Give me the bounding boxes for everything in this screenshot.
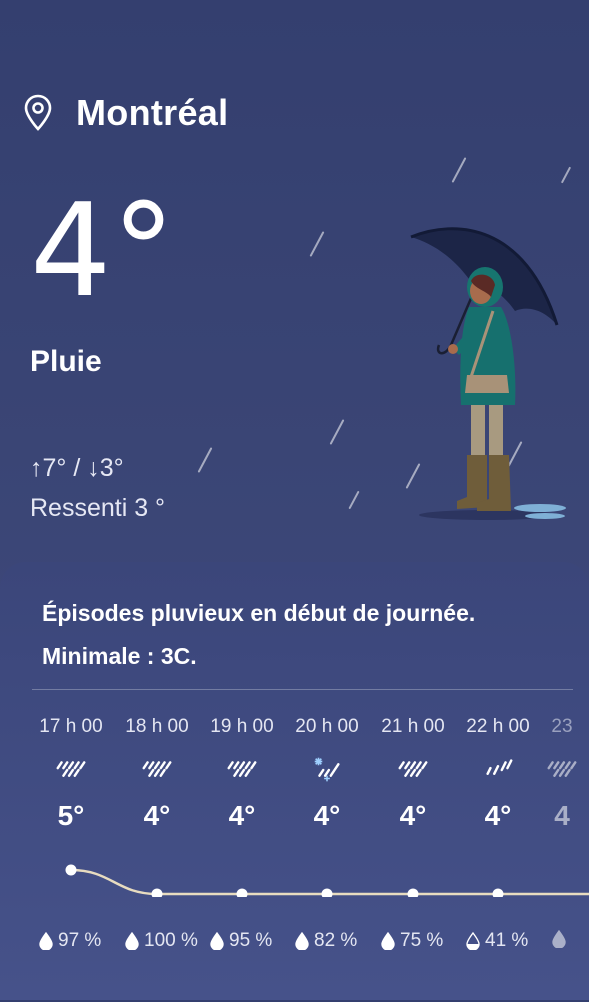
rain-streak [560,166,572,184]
rain-icon [142,761,172,777]
location-header[interactable]: Montréal [22,92,228,134]
hour-temperature: 4° [143,800,171,831]
water-drop-icon [125,932,139,950]
hour-time: 23 [551,716,573,737]
precip-value: 82 % [314,930,358,951]
hour-temperature: 4° [399,800,427,831]
trend-point [407,888,419,897]
water-drop-icon [381,932,395,950]
rain-streak [309,231,325,257]
location-pin-icon [24,94,52,131]
weather-illustration [410,227,566,520]
hour-time: 19 h 00 [210,716,274,737]
rain-streak [197,447,213,473]
hour-column[interactable]: 18 h 00 4° [112,712,202,834]
current-temperature: 4° [30,177,176,326]
trend-point [65,864,77,876]
precip-value: 75 % [400,930,444,951]
feels-like-temperature: Ressenti 3 ° [30,494,166,522]
current-condition: Pluie [30,345,102,378]
forecast-summary: Épisodes pluvieux en début de journée. M… [42,592,562,678]
water-drop-icon [39,932,53,950]
hour-column[interactable]: 17 h 00 5° [26,712,116,834]
water-drop-icon [210,932,224,950]
water-drop-icon [552,930,566,948]
hour-temperature: 5° [57,800,85,831]
hour-temperature: 4° [228,800,256,831]
precip-value: 95 % [229,930,273,951]
precip-value: 41 % [485,930,529,951]
city-name: Montréal [76,92,229,133]
divider [32,689,573,690]
rain-icon [56,761,86,777]
trend-point [151,888,163,897]
trend-point [236,888,248,897]
hour-time: 17 h 00 [39,716,103,737]
temperature-trend-line [65,864,589,897]
high-low-temperature: ↑7° / ↓3° [30,454,124,482]
hour-temperature: 4° [313,800,341,831]
hour-column[interactable]: 19 h 00 4° [197,712,287,834]
hour-column[interactable]: 23 4 [517,712,589,834]
precip-value: 100 % [144,930,198,951]
light-rain-icon [486,759,513,776]
rain-snow-icon [314,757,340,782]
rain-streak [348,490,360,510]
trend-point [492,888,504,897]
hour-time: 20 h 00 [295,716,359,737]
rain-icon [547,761,577,777]
hour-column[interactable]: 20 h 00 4° [282,712,372,834]
precipitation-chance: 82 % [295,930,357,952]
precipitation-chance: 100 % [125,930,198,952]
summary-line-1: Épisodes pluvieux en début de journée. [42,600,476,626]
precipitation-chance: 97 % [39,930,101,952]
hourly-forecast[interactable]: 17 h 00 5° 97 % 18 h 00 4° 100 % 19 h 00 4° 95 %… [0,712,589,1002]
hour-temperature: 4 [554,800,570,831]
rain-streak [451,157,467,183]
rain-streak [329,419,345,445]
water-drop-icon [295,932,309,950]
hour-time: 18 h 00 [125,716,189,737]
summary-line-2: Minimale : 3C. [42,643,197,669]
precip-value: 97 % [58,930,102,951]
rain-icon [227,761,257,777]
water-drop-icon [466,932,480,950]
hour-column[interactable]: 21 h 00 4° [368,712,458,834]
precipitation-chance: 95 % [210,930,272,952]
precipitation-chance: 75 % [381,930,443,952]
hour-time: 21 h 00 [381,716,445,737]
precipitation-chance: 41 % [466,930,528,952]
trend-point [321,888,333,897]
rain-icon [398,761,428,777]
forecast-card[interactable]: Épisodes pluvieux en début de journée. M… [0,562,589,1000]
precipitation-chance [552,930,571,948]
